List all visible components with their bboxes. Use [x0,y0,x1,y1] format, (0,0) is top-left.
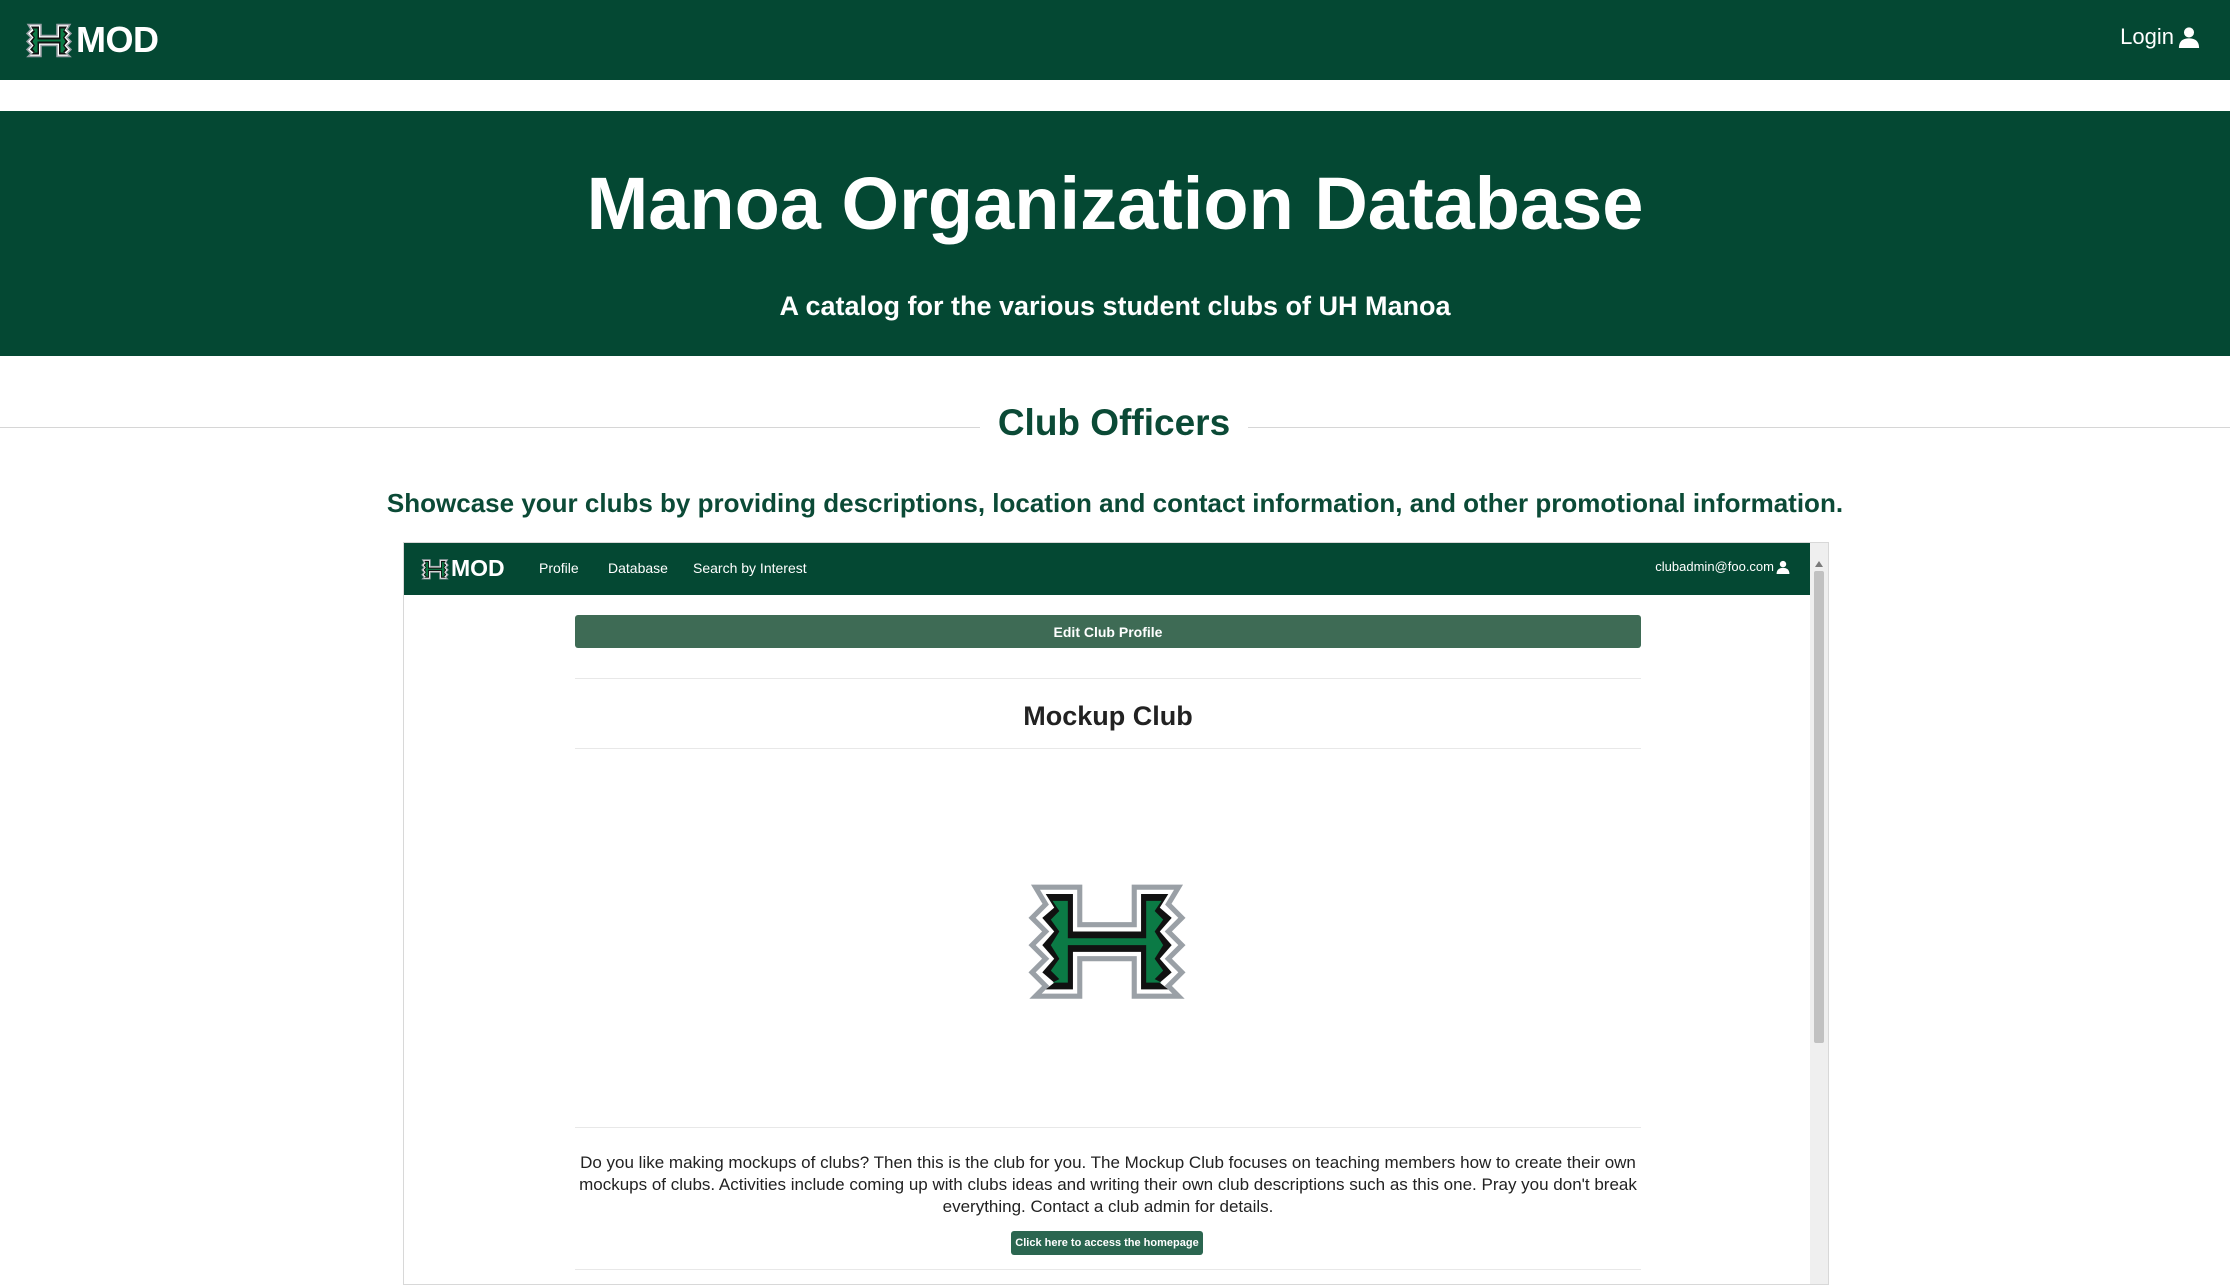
screenshot-user-email: clubadmin@foo.com [1655,559,1774,574]
screenshot-navbar: MOD Profile Database Search by Interest … [404,543,1810,595]
screenshot-scrollbar [1810,543,1828,1284]
login-button[interactable]: Login [2120,24,2200,50]
edit-club-profile-button: Edit Club Profile [575,615,1641,648]
section-divider-right [1248,427,2230,428]
scroll-up-arrow-icon [1815,561,1823,567]
section-description: Showcase your clubs by providing descrip… [386,488,1844,518]
section-title: Club Officers [997,402,1231,443]
user-icon [1776,560,1790,574]
screenshot-brand-text: MOD [451,555,505,581]
hero-subtitle: A catalog for the various student clubs … [779,291,1451,321]
top-navbar: MOD Login [0,0,2230,80]
screenshot-nav-profile: Profile [539,560,579,576]
section-divider-left [0,427,980,428]
divider [575,1127,1641,1128]
app-screenshot: MOD Profile Database Search by Interest … [403,542,1829,1285]
scroll-thumb [1814,571,1824,1043]
screenshot-nav-search-by-interest: Search by Interest [693,560,807,576]
brand-text: MOD [76,19,159,60]
divider [575,748,1641,749]
hero-banner: Manoa Organization Database A catalog fo… [0,111,2230,356]
divider [575,1269,1641,1270]
screenshot-brand: MOD [420,555,505,582]
divider [575,678,1641,679]
club-name: Mockup Club [1023,701,1193,731]
club-description: Do you like making mockups of clubs? The… [579,1153,1637,1216]
homepage-button: Click here to access the homepage [1011,1231,1203,1255]
club-logo-icon [1021,877,1193,1003]
h-logo-icon [24,19,74,61]
hero-title: Manoa Organization Database [586,162,1644,245]
brand-link[interactable]: MOD [24,18,159,62]
login-label: Login [2120,24,2174,49]
user-icon [2178,27,2200,48]
h-logo-icon [420,556,450,582]
screenshot-nav-database: Database [608,560,668,576]
screenshot-user-menu: clubadmin@foo.com [1655,559,1790,574]
